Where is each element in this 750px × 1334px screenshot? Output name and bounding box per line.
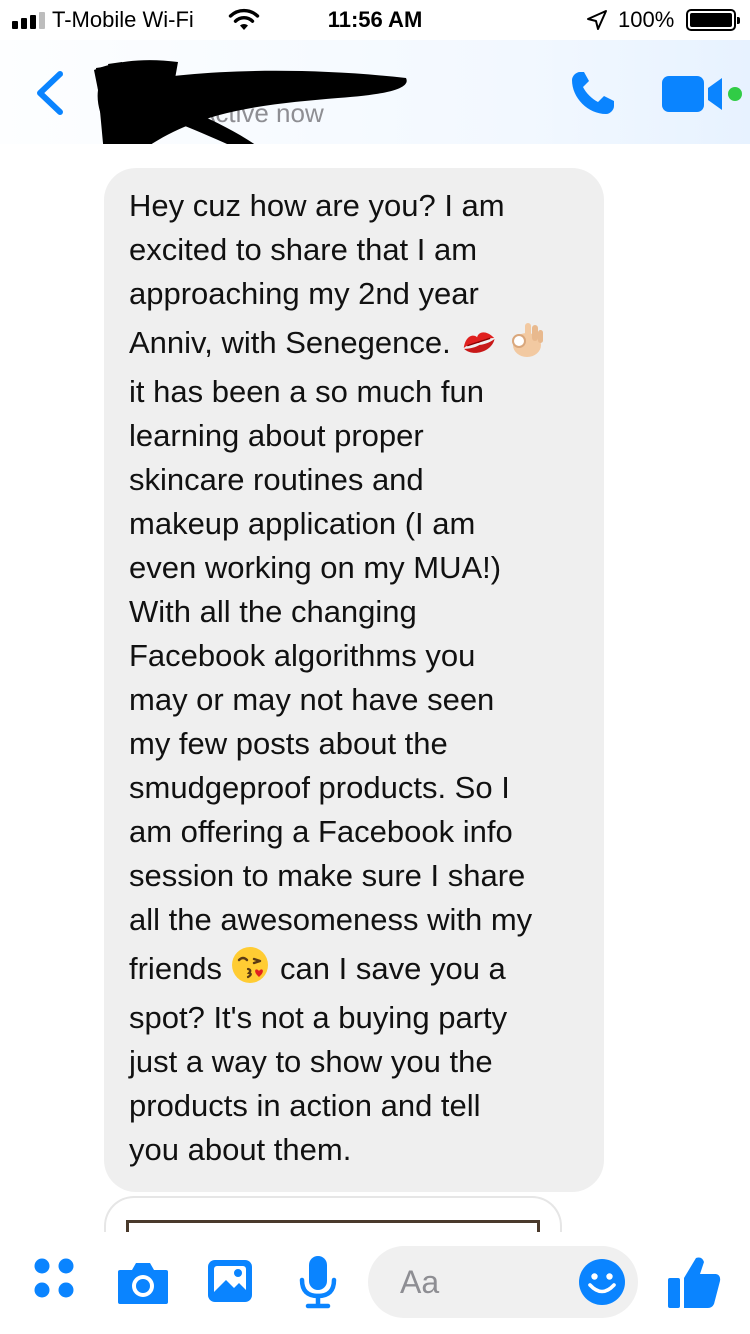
video-camera-icon[interactable]	[660, 72, 744, 116]
message-thread[interactable]: Hey cuz how are you? I am excited to sha…	[0, 144, 750, 1232]
kiss-mark-emoji-icon	[463, 332, 495, 353]
face-blowing-kiss-emoji-icon	[232, 947, 269, 983]
message-line: makeup application (I am	[129, 506, 476, 541]
message-line: you about them.	[129, 1132, 352, 1167]
phone-icon[interactable]	[566, 68, 622, 118]
message-line: am offering a Facebook info	[129, 814, 513, 849]
photo-gallery-icon[interactable]	[206, 1258, 254, 1304]
camera-icon[interactable]	[116, 1260, 170, 1306]
message-line: my few posts about the	[129, 726, 448, 761]
message-line: approaching my 2nd year	[129, 276, 479, 311]
message-line: just a way to show you the	[129, 1044, 493, 1079]
message-line: Anniv, with Senegence.	[129, 325, 451, 360]
status-bar: T-Mobile Wi-Fi 11:56 AM 100%	[0, 0, 750, 40]
message-line: skincare routines and	[129, 462, 424, 497]
message-line: spot? It's not a buying party	[129, 1000, 508, 1035]
battery-icon	[686, 9, 740, 31]
location-arrow-icon	[587, 10, 607, 30]
message-line: Facebook algorithms you	[129, 638, 476, 673]
message-line: may or may not have seen	[129, 682, 495, 717]
message-line-with-emoji: Anniv, with Senegence.	[129, 316, 586, 370]
microphone-icon[interactable]	[298, 1254, 338, 1310]
conversation-header: Active now	[0, 40, 750, 158]
message-line: all the awesomeness with my	[129, 902, 533, 937]
message-line: learning about proper	[129, 418, 424, 453]
apps-grid-icon[interactable]	[32, 1256, 76, 1300]
back-chevron-icon[interactable]	[30, 68, 70, 118]
message-line: excited to share that I am	[129, 232, 478, 267]
message-line: smudgeproof products. So I	[129, 770, 510, 805]
message-line: can I save you a	[280, 951, 506, 986]
message-line-with-emoji: friends can I save you a	[129, 942, 586, 996]
message-composer: Aa	[0, 1232, 750, 1334]
message-line: session to make sure I share	[129, 858, 526, 893]
emoji-icon[interactable]	[578, 1258, 626, 1306]
message-line: even working on my MUA!)	[129, 550, 502, 585]
shared-link-preview-card[interactable]	[104, 1196, 562, 1232]
message-line: Hey cuz how are you? I am	[129, 188, 505, 223]
message-line: With all the changing	[129, 594, 417, 629]
message-input-placeholder: Aa	[400, 1264, 440, 1300]
message-line: it has been a so much fun	[129, 374, 485, 409]
thumbs-up-icon[interactable]	[666, 1254, 722, 1310]
ok-hand-emoji-icon	[511, 323, 543, 357]
message-line: friends	[129, 951, 223, 986]
message-line: products in action and tell	[129, 1088, 481, 1123]
incoming-message-bubble[interactable]: Hey cuz how are you? I am excited to sha…	[104, 168, 604, 1192]
link-preview-image	[126, 1220, 540, 1232]
battery-percentage: 100%	[618, 7, 675, 32]
